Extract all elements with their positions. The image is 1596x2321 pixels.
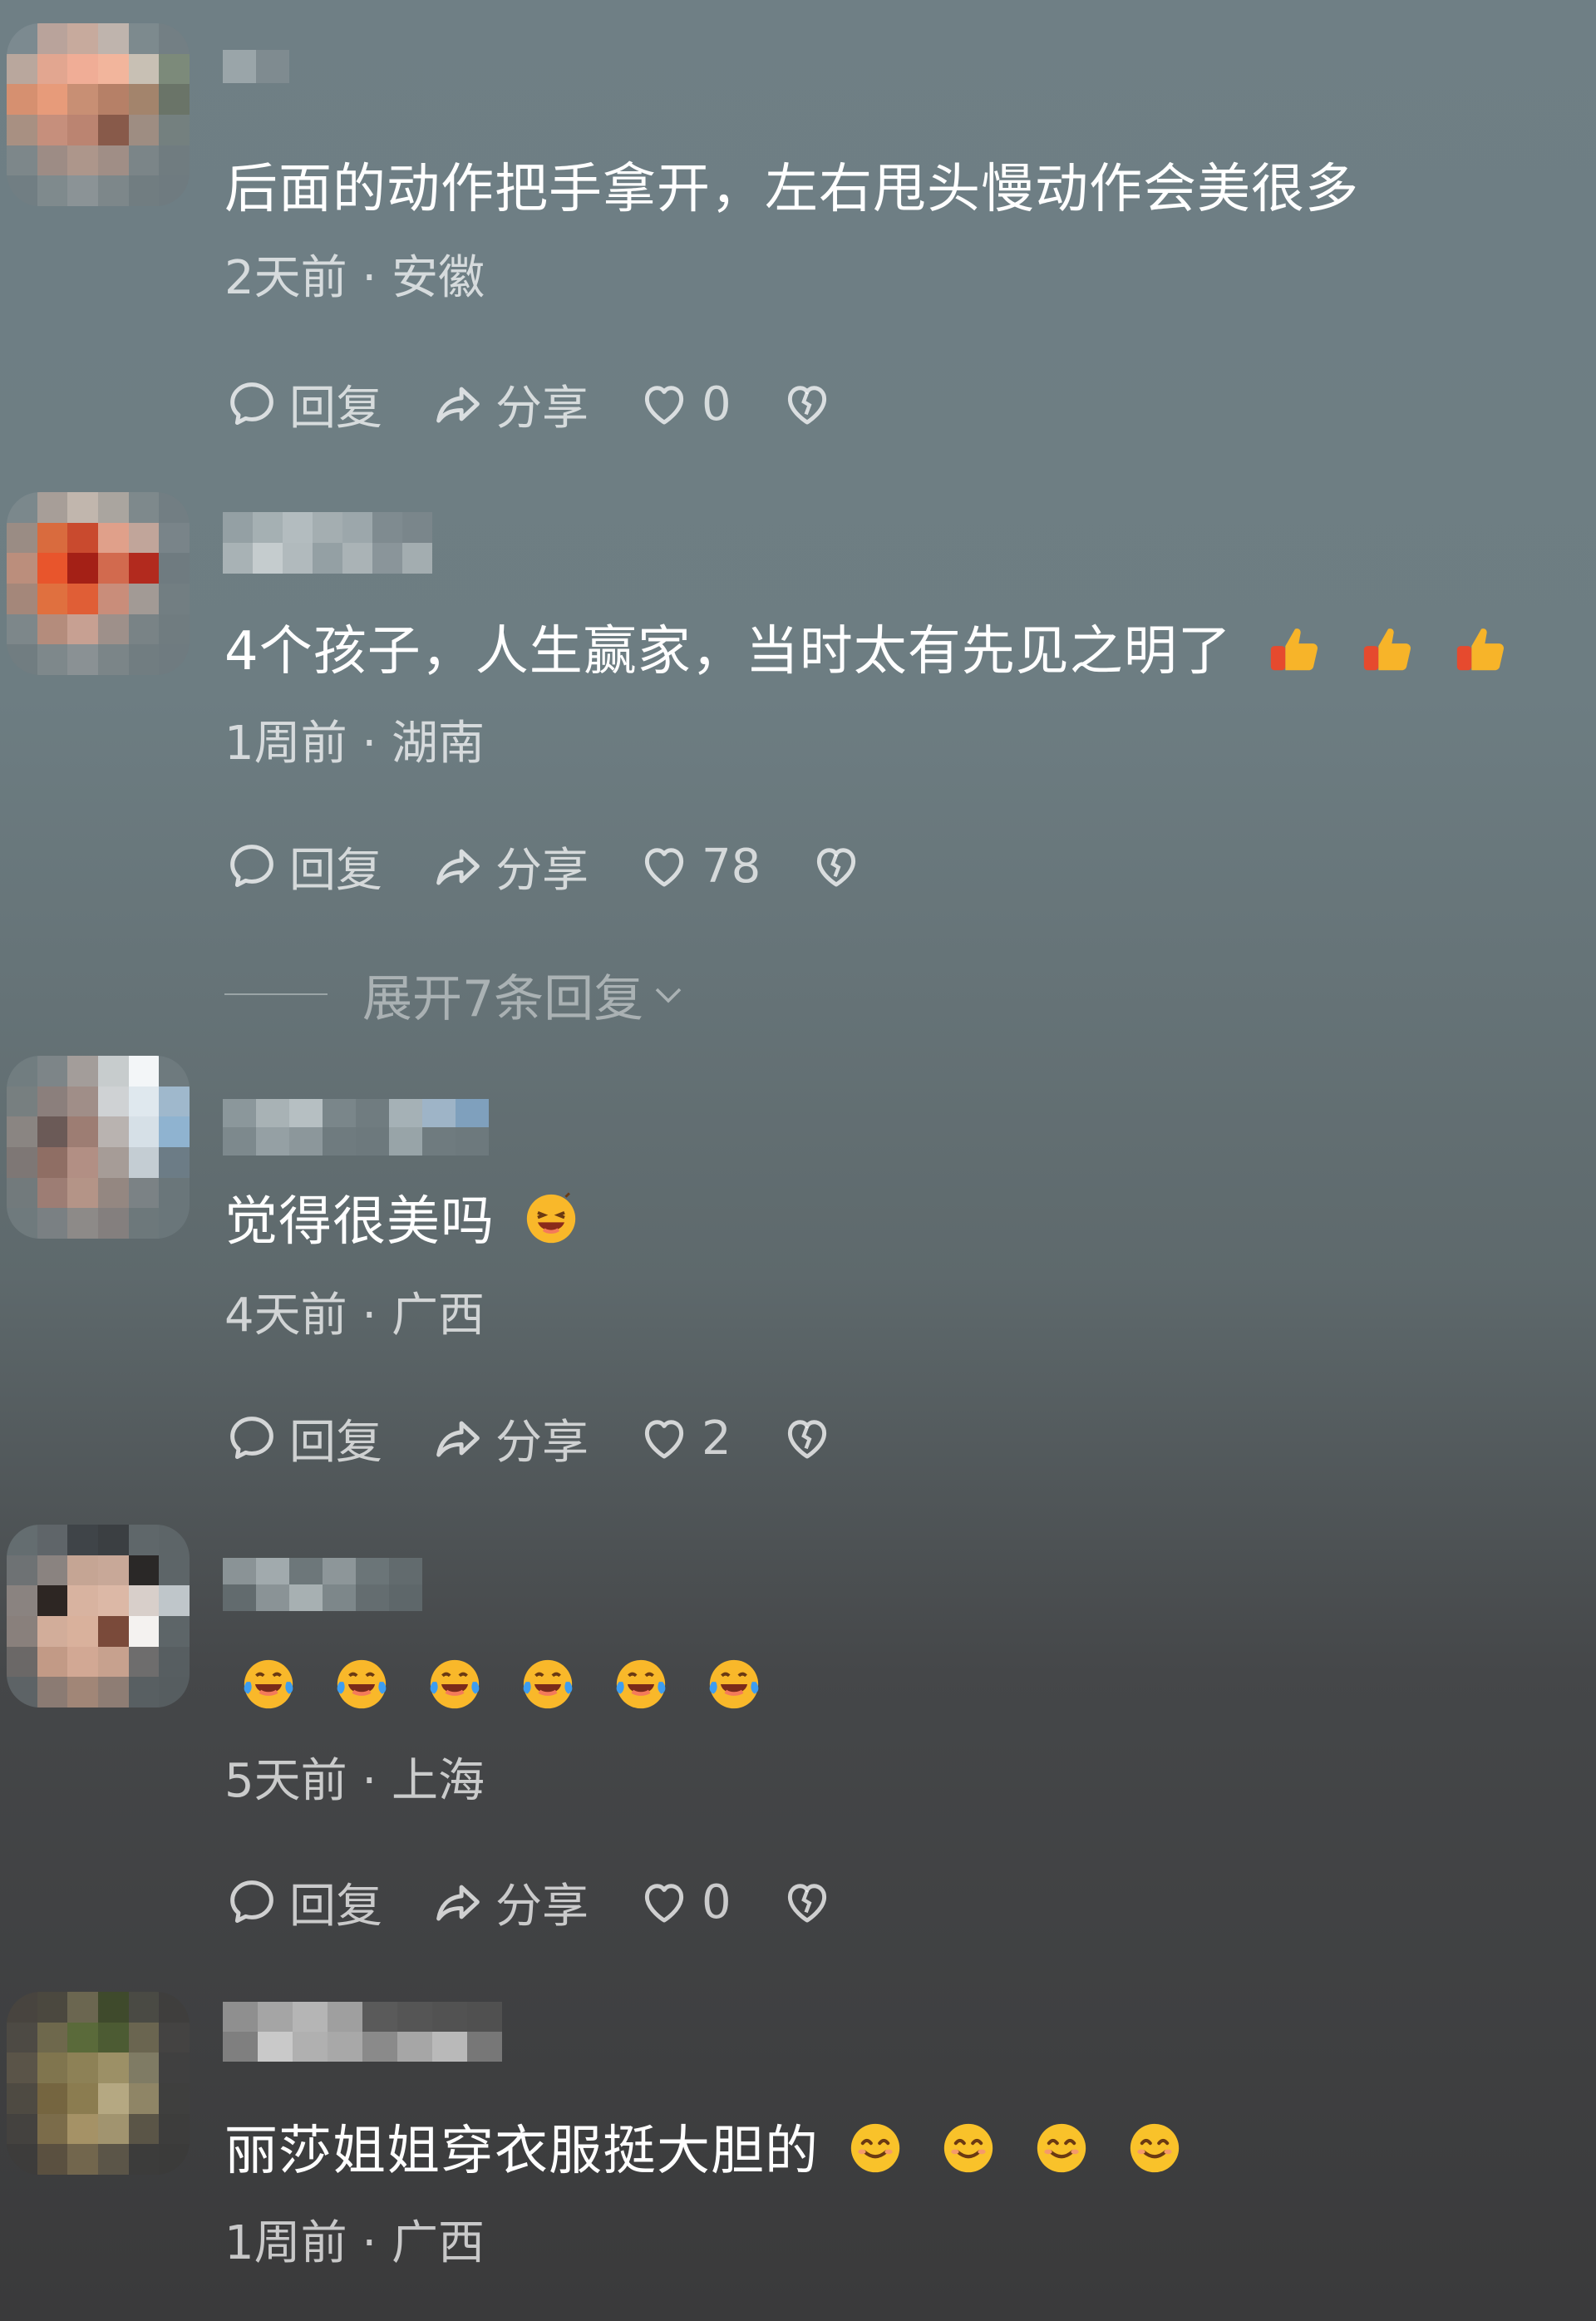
heart-icon (644, 1884, 684, 1923)
like-count: 0 (702, 377, 732, 431)
smiling-eyes-emoji-icon (1037, 2123, 1086, 2173)
comment-text-content: 丽莎姐姐穿衣服挺大胆的 (224, 2121, 819, 2182)
rolling-laughing-emoji-icon (523, 1659, 573, 1709)
heart-icon (644, 848, 684, 887)
emoji-row (846, 2121, 1184, 2182)
like-button[interactable]: 78 (637, 839, 761, 894)
heart-icon (644, 386, 684, 425)
dislike-button[interactable] (780, 1411, 845, 1466)
dislike-button[interactable] (780, 377, 845, 431)
share-arrow-icon (436, 1421, 480, 1457)
comment-meta: 1周前 · 广西 (224, 2216, 485, 2270)
expand-replies-button[interactable]: 展开7条回复 (224, 961, 688, 1028)
expand-divider (224, 993, 328, 995)
like-count: 0 (702, 1875, 732, 1929)
comment-bubble-icon (230, 1880, 273, 1924)
like-count: 78 (702, 839, 761, 894)
rolling-laughing-emoji-icon (709, 1659, 759, 1709)
share-arrow-icon (436, 849, 480, 885)
broken-heart-icon (787, 1420, 826, 1459)
comment-meta: 5天前 · 上海 (224, 1754, 485, 1808)
comment-meta: 1周前 · 湖南 (224, 717, 485, 771)
share-label: 分享 (495, 1879, 589, 1934)
rolling-laughing-emoji-icon (616, 1659, 666, 1709)
comment-text-content: 4个孩子，人生赢家，当时太有先见之明了 (224, 621, 1232, 683)
share-button[interactable]: 分享 (431, 1869, 589, 1936)
dislike-button[interactable] (780, 1875, 845, 1929)
username-blurred[interactable] (223, 1558, 422, 1611)
reply-button[interactable]: 回复 (224, 833, 382, 900)
dislike-button[interactable] (809, 839, 874, 894)
thumbs-up-emoji-icon (1363, 628, 1411, 671)
broken-heart-icon (817, 848, 856, 887)
rolling-laughing-emoji-icon (337, 1659, 387, 1709)
share-label: 分享 (495, 381, 589, 436)
broken-heart-icon (787, 1884, 826, 1923)
rolling-laughing-emoji-icon (430, 1659, 480, 1709)
thumbs-up-emoji-icon (1456, 628, 1505, 671)
share-button[interactable]: 分享 (431, 371, 589, 438)
comment-text: 觉得很美吗 (224, 1189, 580, 1255)
chevron-down-icon (655, 988, 682, 1003)
comment-actions: 回复 分享 0 (224, 371, 893, 437)
reply-button[interactable]: 回复 (224, 1405, 382, 1472)
comment-meta: 2天前 · 安徽 (224, 251, 485, 305)
comment-actions: 回复 分享 2 (224, 1405, 893, 1471)
thumbs-up-emoji-icon (1270, 628, 1318, 671)
emoji-row (522, 1191, 580, 1253)
comment-text: 丽莎姐姐穿衣服挺大胆的 (224, 2118, 1184, 2185)
reply-label: 回复 (289, 1415, 382, 1470)
expand-replies-label: 展开7条回复 (362, 969, 644, 1028)
smiling-eyes-emoji-icon (1130, 2123, 1180, 2173)
share-arrow-icon (436, 387, 480, 423)
comment-text: 4个孩子，人生赢家，当时太有先见之明了 (224, 618, 1510, 685)
smiling-eyes-emoji-icon (851, 2123, 900, 2173)
reply-label: 回复 (289, 1879, 382, 1934)
avatar[interactable] (7, 1056, 190, 1239)
rolling-laughing-emoji-icon (244, 1659, 293, 1709)
emoji-row (1266, 621, 1510, 683)
reply-label: 回复 (289, 381, 382, 436)
share-button[interactable]: 分享 (431, 833, 589, 900)
username-blurred[interactable] (223, 2002, 505, 2062)
comment-bubble-icon (230, 382, 273, 426)
like-button[interactable]: 2 (637, 1411, 732, 1466)
avatar[interactable] (7, 1525, 190, 1707)
grinning-squint-emoji-icon (527, 1192, 576, 1244)
like-count: 2 (702, 1411, 732, 1466)
reply-button[interactable]: 回复 (224, 1869, 382, 1936)
heart-icon (644, 1420, 684, 1459)
comment-text (224, 1654, 763, 1721)
reply-button[interactable]: 回复 (224, 371, 382, 438)
avatar[interactable] (7, 23, 190, 206)
username-blurred[interactable] (223, 512, 456, 574)
comment-actions: 回复 分享 78 (224, 833, 922, 899)
like-button[interactable]: 0 (637, 377, 732, 431)
username-blurred[interactable] (223, 1099, 489, 1156)
share-arrow-icon (436, 1885, 480, 1921)
share-label: 分享 (495, 843, 589, 898)
comment-actions: 回复 分享 0 (224, 1869, 893, 1935)
share-label: 分享 (495, 1415, 589, 1470)
share-button[interactable]: 分享 (431, 1405, 589, 1472)
broken-heart-icon (787, 386, 826, 425)
avatar[interactable] (7, 1992, 190, 2175)
avatar[interactable] (7, 492, 190, 675)
reply-label: 回复 (289, 843, 382, 898)
like-button[interactable]: 0 (637, 1875, 732, 1929)
comment-text-content: 觉得很美吗 (224, 1191, 495, 1253)
emoji-row (239, 1657, 763, 1718)
comment-text: 后面的动作把手拿开，左右甩头慢动作会美很多 (224, 159, 1359, 220)
username-blurred[interactable] (223, 50, 439, 83)
comment-bubble-icon (230, 845, 273, 888)
comment-bubble-icon (230, 1417, 273, 1460)
smiling-eyes-emoji-icon (944, 2123, 993, 2173)
comment-meta: 4天前 · 广西 (224, 1289, 485, 1343)
